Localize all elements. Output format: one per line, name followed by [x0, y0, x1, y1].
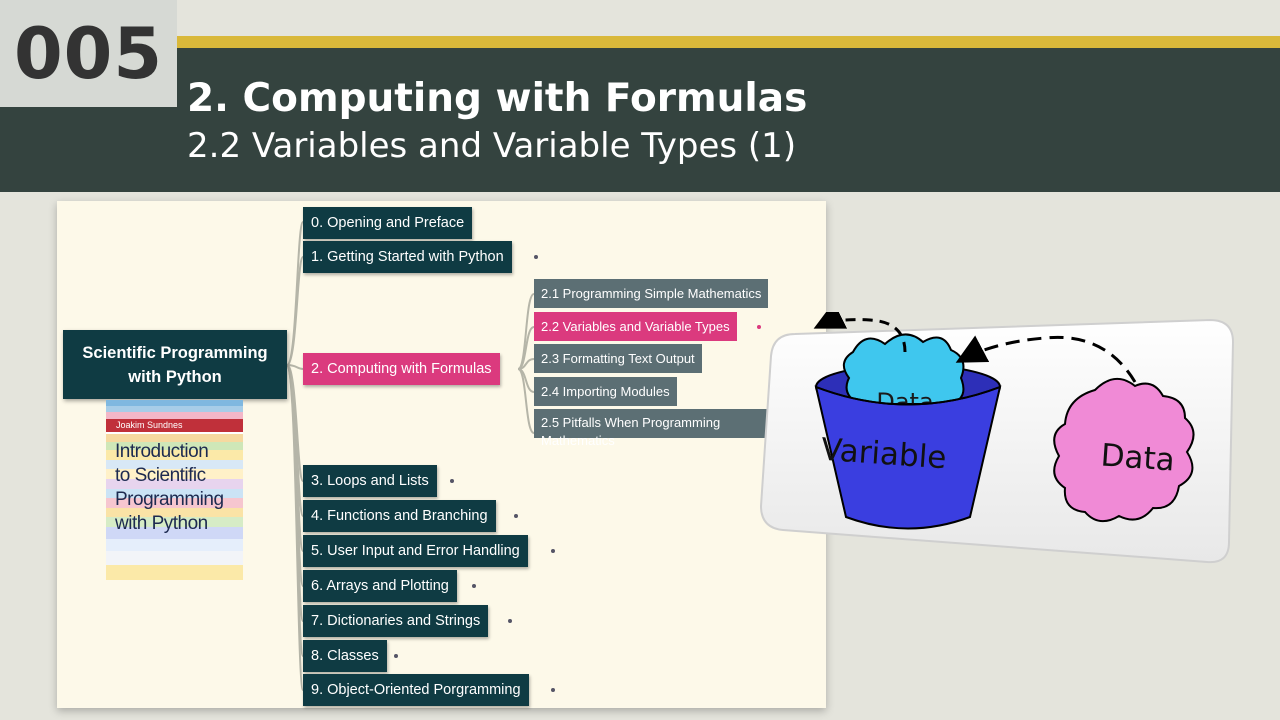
chapter-node-7[interactable]: 7. Dictionaries and Strings	[303, 605, 489, 637]
book-cover-image: Joakim Sundnes Introduction to Scientifi…	[106, 400, 243, 580]
collapse-dot	[551, 688, 555, 692]
book-title: Introduction to Scientific Programming w…	[115, 440, 240, 536]
chapter-node-3[interactable]: 3. Loops and Lists	[303, 465, 437, 497]
slide-number: 005	[13, 12, 164, 95]
variable-illustration: Data Variable Data	[759, 312, 1235, 564]
collapse-dot	[534, 255, 538, 259]
collapse-dot	[508, 619, 512, 623]
root-line-1: Scientific Programming	[82, 343, 268, 362]
chapter-node-8[interactable]: 8. Classes	[303, 640, 387, 672]
slide-number-box: 005	[0, 0, 177, 107]
chapter-node-4[interactable]: 4. Functions and Branching	[303, 500, 496, 532]
mindmap-root-node: Scientific Programming with Python	[63, 330, 287, 399]
subtopic-node-2-4[interactable]: 2.4 Importing Modules	[534, 377, 677, 406]
collapse-dot	[450, 479, 454, 483]
book-title-line: Programming	[115, 489, 224, 510]
subtopic-node-2-1[interactable]: 2.1 Programming Simple Mathematics	[534, 279, 769, 308]
book-title-line: Introduction	[115, 441, 209, 462]
book-title-line: with Python	[115, 513, 208, 534]
header-accent-line	[177, 36, 1280, 48]
slide-title: 2. Computing with Formulas	[187, 76, 808, 121]
chapter-node-2[interactable]: 2. Computing with Formulas	[303, 353, 500, 385]
chapter-node-0[interactable]: 0. Opening and Preface	[303, 207, 473, 239]
mindmap-panel: Scientific Programming with Python Joaki…	[57, 201, 826, 708]
root-line-2: with Python	[128, 367, 222, 386]
collapse-dot	[514, 514, 518, 518]
subtopic-node-2-5[interactable]: 2.5 Pitfalls When Programming Mathematic…	[534, 409, 784, 448]
collapse-dot	[394, 654, 398, 658]
chapter-node-9[interactable]: 9. Object-Oriented Porgramming	[303, 674, 529, 706]
book-title-line: to Scientific	[115, 465, 206, 486]
slide-subtitle: 2.2 Variables and Variable Types (1)	[187, 126, 797, 166]
slide-header: 005 2. Computing with Formulas 2.2 Varia…	[0, 0, 1280, 192]
data-blob-label: Data	[1100, 437, 1176, 478]
chapter-node-5[interactable]: 5. User Input and Error Handling	[303, 535, 528, 567]
chapter-node-6[interactable]: 6. Arrays and Plotting	[303, 570, 457, 602]
collapse-dot	[472, 584, 476, 588]
subtopic-node-2-3[interactable]: 2.3 Formatting Text Output	[534, 344, 702, 373]
collapse-dot	[551, 549, 555, 553]
subtopic-node-2-2[interactable]: 2.2 Variables and Variable Types	[534, 312, 737, 341]
book-author: Joakim Sundnes	[106, 419, 243, 432]
chapter-node-1[interactable]: 1. Getting Started with Python	[303, 241, 512, 273]
